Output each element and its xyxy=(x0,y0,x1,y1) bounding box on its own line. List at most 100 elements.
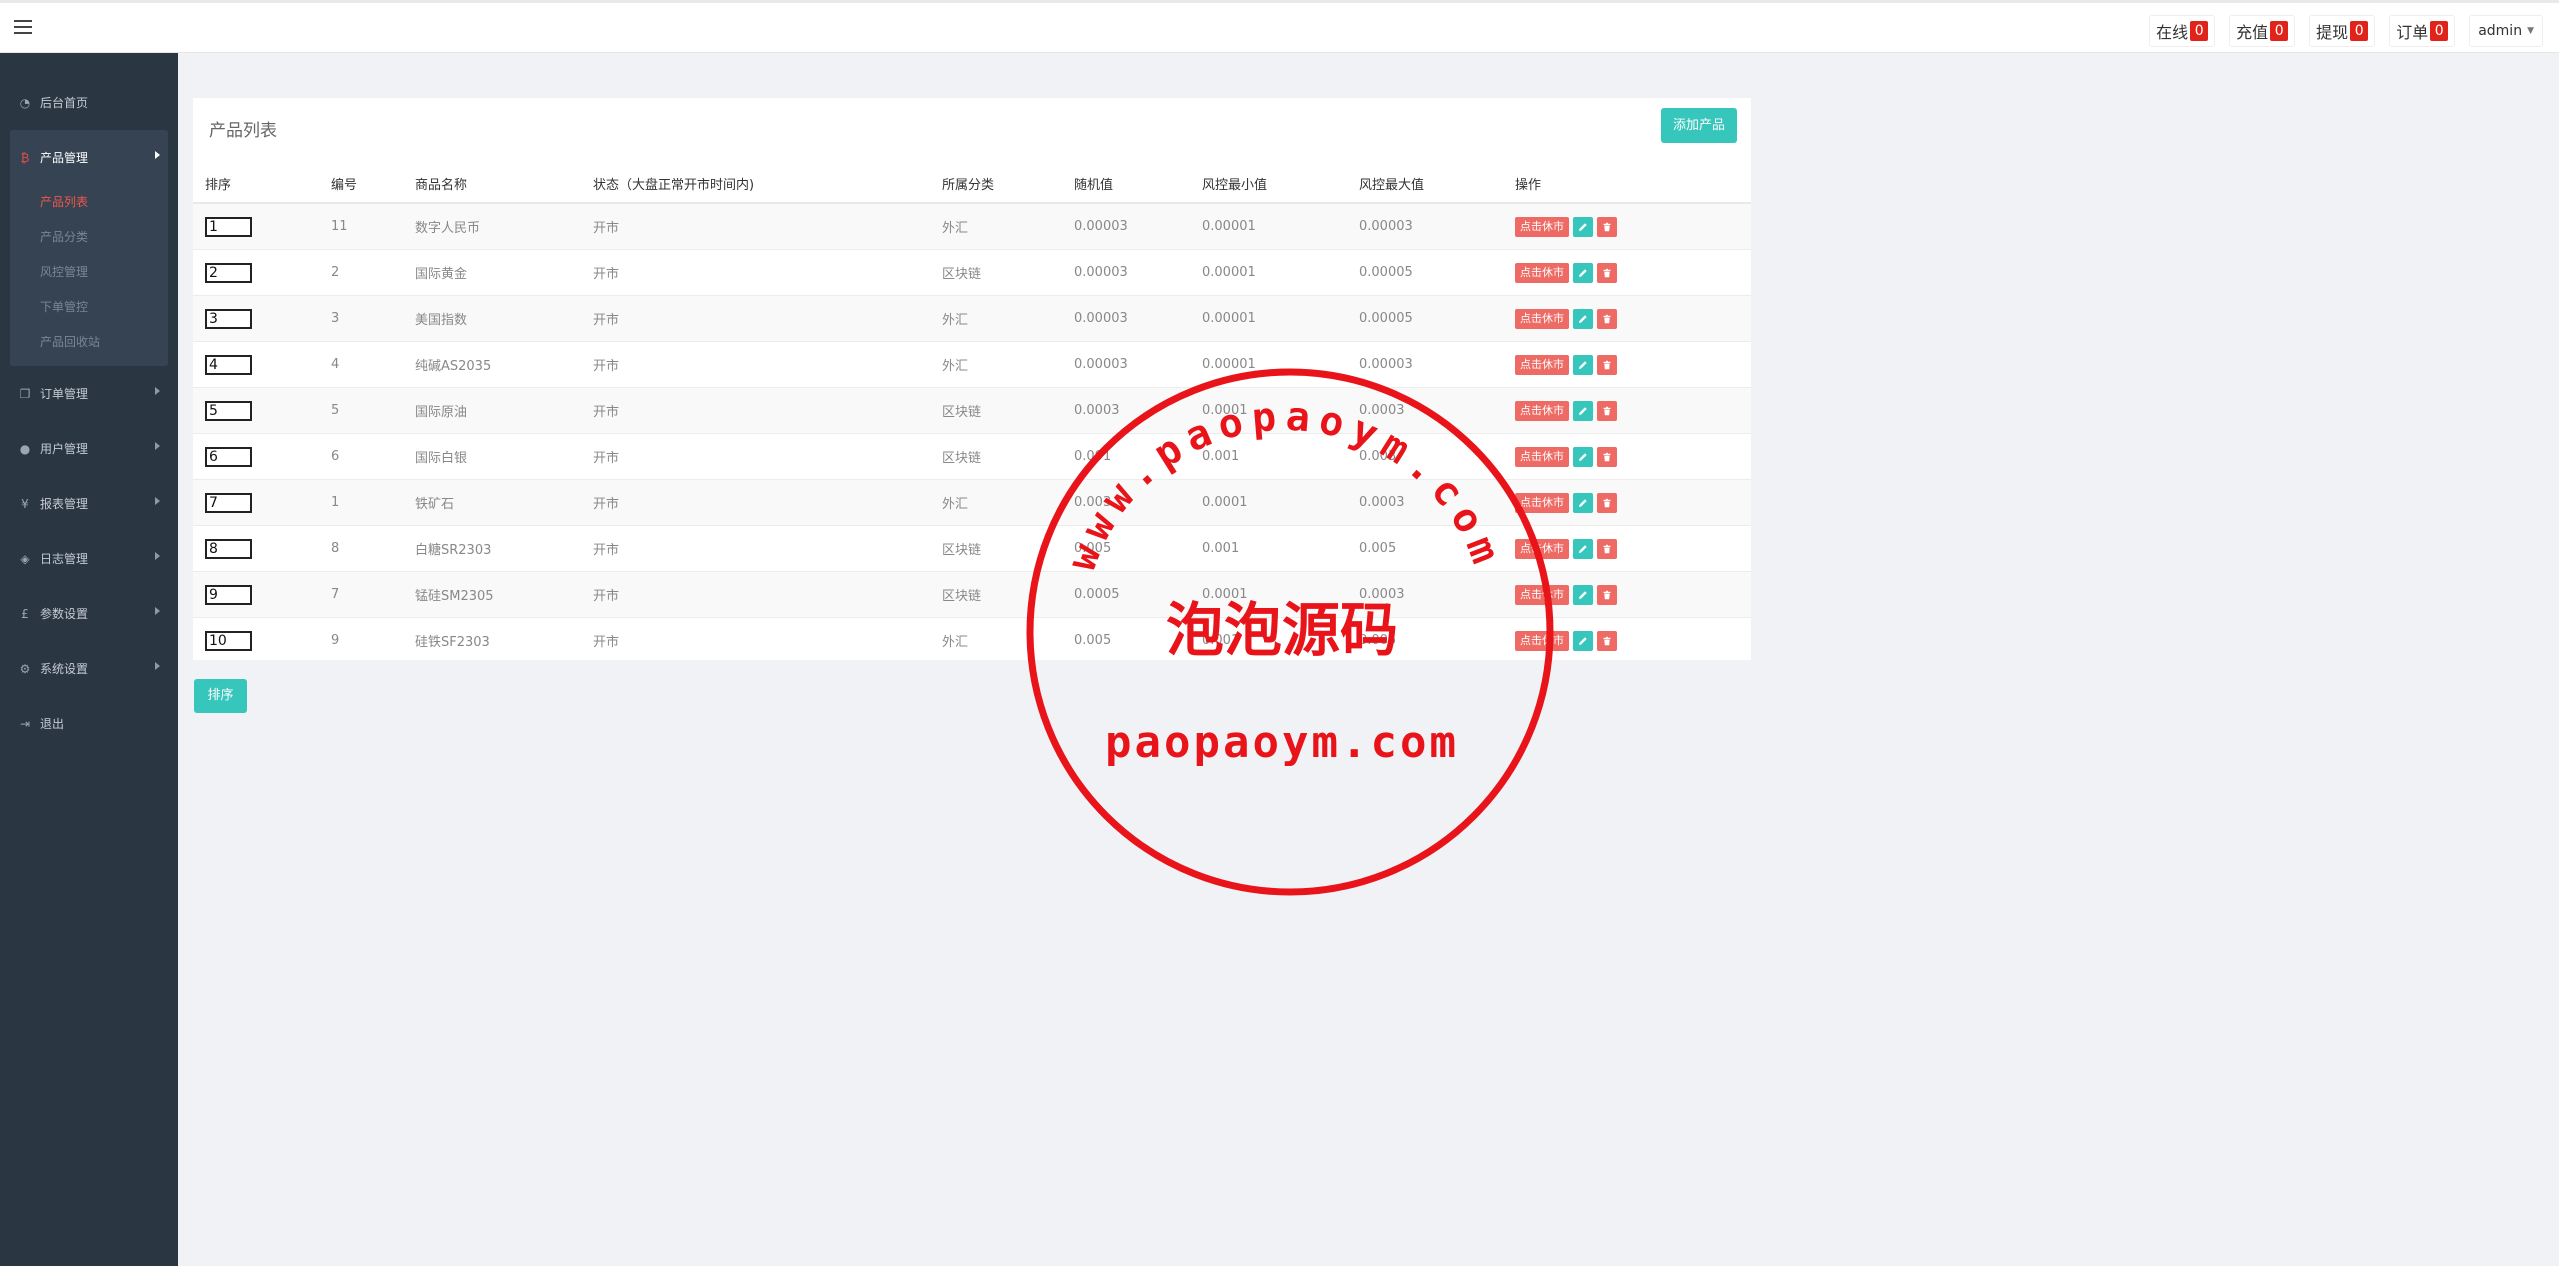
delete-icon[interactable] xyxy=(1597,262,1617,283)
sort-order-input[interactable] xyxy=(205,400,252,421)
sidebar-item-users[interactable]: ● 用户管理 xyxy=(0,421,178,476)
dashboard-icon: ◔ xyxy=(19,95,31,110)
chevron-right-icon xyxy=(155,387,160,395)
status-cell: 开市 xyxy=(593,295,942,342)
edit-icon[interactable] xyxy=(1573,492,1593,513)
table-row: 1 铁矿石 开市 外汇 0.003 0.0001 0.0003 点击休市 xyxy=(193,479,1751,526)
risk-max-cell: 0.0003 xyxy=(1359,479,1515,526)
edit-icon[interactable] xyxy=(1573,630,1593,651)
edit-icon[interactable] xyxy=(1573,262,1593,283)
delete-icon[interactable] xyxy=(1597,400,1617,421)
edit-icon[interactable] xyxy=(1573,584,1593,605)
category-cell: 外汇 xyxy=(942,479,1074,526)
sidebar-subitem-order-control[interactable]: 下单管控 xyxy=(10,290,168,325)
close-market-button[interactable]: 点击休市 xyxy=(1515,216,1569,237)
random-cell: 0.001 xyxy=(1074,433,1202,480)
category-cell: 区块链 xyxy=(942,525,1074,572)
sort-order-input[interactable] xyxy=(205,446,252,467)
edit-icon[interactable] xyxy=(1573,216,1593,237)
user-menu[interactable]: admin ▼ xyxy=(2469,15,2543,47)
random-cell: 0.005 xyxy=(1074,525,1202,572)
risk-min-cell: 0.00001 xyxy=(1202,295,1359,342)
sort-order-input[interactable] xyxy=(205,492,252,513)
close-market-button[interactable]: 点击休市 xyxy=(1515,400,1569,421)
close-market-button[interactable]: 点击休市 xyxy=(1515,308,1569,329)
sort-order-input[interactable] xyxy=(205,538,252,559)
delete-icon[interactable] xyxy=(1597,538,1617,559)
risk-max-cell: 0.005 xyxy=(1359,617,1515,663)
sort-button[interactable]: 排序 xyxy=(194,679,247,713)
sort-order-input[interactable] xyxy=(205,308,252,329)
random-cell: 0.0005 xyxy=(1074,571,1202,618)
sidebar-item-reports[interactable]: ¥ 报表管理 xyxy=(0,476,178,531)
actions-cell: 点击休市 xyxy=(1515,617,1751,663)
close-market-button[interactable]: 点击休市 xyxy=(1515,492,1569,513)
sidebar-item-logout[interactable]: ⇥ 退出 xyxy=(0,696,178,751)
delete-icon[interactable] xyxy=(1597,354,1617,375)
close-market-button[interactable]: 点击休市 xyxy=(1515,584,1569,605)
delete-icon[interactable] xyxy=(1597,216,1617,237)
category-cell: 区块链 xyxy=(942,249,1074,296)
edit-icon[interactable] xyxy=(1573,354,1593,375)
close-market-button[interactable]: 点击休市 xyxy=(1515,262,1569,283)
sidebar-item-params[interactable]: £ 参数设置 xyxy=(0,586,178,641)
close-market-button[interactable]: 点击休市 xyxy=(1515,538,1569,559)
sidebar-subitem-product-category[interactable]: 产品分类 xyxy=(10,220,168,255)
close-market-button[interactable]: 点击休市 xyxy=(1515,446,1569,467)
name-cell: 铁矿石 xyxy=(415,479,593,526)
name-cell: 国际白银 xyxy=(415,433,593,480)
sort-order-input[interactable] xyxy=(205,216,252,237)
top-stats: 在线 0 充值 0 提现 0 订单 0 admin ▼ xyxy=(2149,15,2543,47)
sidebar-item-orders[interactable]: ❐ 订单管理 xyxy=(0,366,178,421)
table-row: 4 纯碱AS2035 开市 外汇 0.00003 0.00001 0.00003… xyxy=(193,341,1751,388)
sort-order-input[interactable] xyxy=(205,584,252,605)
sidebar-item-logs[interactable]: ◈ 日志管理 xyxy=(0,531,178,586)
category-cell: 外汇 xyxy=(942,617,1074,663)
chevron-right-icon xyxy=(155,442,160,450)
risk-max-cell: 0.0003 xyxy=(1359,571,1515,618)
delete-icon[interactable] xyxy=(1597,630,1617,651)
edit-icon[interactable] xyxy=(1573,446,1593,467)
edit-icon[interactable] xyxy=(1573,308,1593,329)
user-icon: ● xyxy=(19,441,31,456)
sort-order-input[interactable] xyxy=(205,354,252,375)
column-header: 随机值 xyxy=(1074,164,1202,204)
menu-toggle-icon[interactable] xyxy=(14,20,32,34)
add-product-button[interactable]: 添加产品 xyxy=(1660,108,1737,143)
edit-icon[interactable] xyxy=(1573,538,1593,559)
risk-min-cell: 0.0001 xyxy=(1202,571,1359,618)
sidebar-subitem-product-recycle[interactable]: 产品回收站 xyxy=(10,325,168,360)
risk-min-cell: 0.0001 xyxy=(1202,479,1359,526)
close-market-button[interactable]: 点击休市 xyxy=(1515,354,1569,375)
table-row: 9 硅铁SF2303 开市 外汇 0.005 0.001 0.005 点击休市 xyxy=(193,617,1751,663)
risk-min-cell: 0.001 xyxy=(1202,525,1359,572)
close-market-button[interactable]: 点击休市 xyxy=(1515,630,1569,651)
name-cell: 硅铁SF2303 xyxy=(415,617,593,663)
recharge-stat[interactable]: 充值 0 xyxy=(2229,15,2296,47)
sort-order-input[interactable] xyxy=(205,630,252,651)
sidebar-item-products[interactable]: ₿ 产品管理 xyxy=(10,130,168,185)
sidebar-item-system[interactable]: ⚙ 系统设置 xyxy=(0,641,178,696)
actions-cell: 点击休市 xyxy=(1515,341,1751,388)
risk-min-cell: 0.001 xyxy=(1202,433,1359,480)
risk-max-cell: 0.005 xyxy=(1359,525,1515,572)
risk-min-cell: 0.00001 xyxy=(1202,249,1359,296)
delete-icon[interactable] xyxy=(1597,308,1617,329)
withdraw-stat[interactable]: 提现 0 xyxy=(2309,15,2376,47)
risk-min-cell: 0.001 xyxy=(1202,617,1359,663)
sidebar-subitem-risk-control[interactable]: 风控管理 xyxy=(10,255,168,290)
sidebar-item-home[interactable]: ◔ 后台首页 xyxy=(0,75,178,130)
random-cell: 0.00003 xyxy=(1074,202,1202,250)
delete-icon[interactable] xyxy=(1597,446,1617,467)
table-header-row: 排序 编号 商品名称 状态（大盘正常开市时间内) 所属分类 随机值 风控最小值 … xyxy=(193,164,1751,204)
delete-icon[interactable] xyxy=(1597,584,1617,605)
sort-cell xyxy=(193,433,331,480)
order-stat[interactable]: 订单 0 xyxy=(2389,15,2456,47)
online-stat[interactable]: 在线 0 xyxy=(2149,15,2216,47)
table-row: 3 美国指数 开市 外汇 0.00003 0.00001 0.00005 点击休… xyxy=(193,295,1751,342)
sort-order-input[interactable] xyxy=(205,262,252,283)
sidebar-subitem-product-list[interactable]: 产品列表 xyxy=(10,185,168,220)
edit-icon[interactable] xyxy=(1573,400,1593,421)
delete-icon[interactable] xyxy=(1597,492,1617,513)
risk-max-cell: 0.00003 xyxy=(1359,202,1515,250)
